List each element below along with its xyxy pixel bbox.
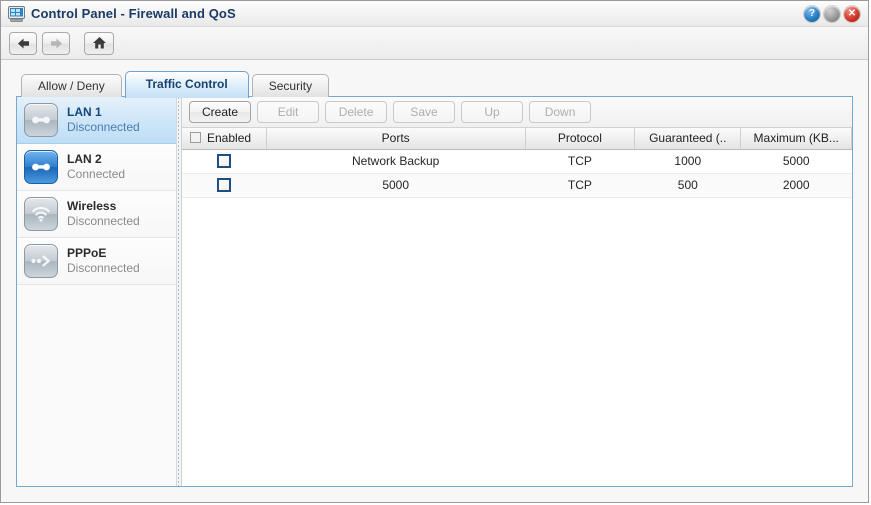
forward-button[interactable] bbox=[42, 31, 70, 55]
back-arrow-icon bbox=[16, 37, 31, 50]
column-header-maximum[interactable]: Maximum (KB... bbox=[740, 128, 852, 150]
cell-maximum: 5000 bbox=[740, 149, 852, 174]
cell-protocol: TCP bbox=[525, 149, 635, 174]
tab-traffic-control[interactable]: Traffic Control bbox=[124, 71, 249, 98]
up-button[interactable]: Up bbox=[461, 101, 524, 123]
select-all-checkbox[interactable] bbox=[190, 132, 201, 144]
sidebar-item-wireless[interactable]: Wireless Disconnected bbox=[17, 191, 176, 238]
lan-icon bbox=[24, 150, 58, 184]
sidebar-item-lan-1[interactable]: LAN 1 Disconnected bbox=[17, 97, 176, 144]
save-button[interactable]: Save bbox=[393, 101, 456, 123]
window-controls: ? ✕ bbox=[804, 6, 860, 22]
lan-icon bbox=[24, 103, 58, 137]
pppoe-icon bbox=[24, 244, 58, 278]
interface-name: PPPoE bbox=[67, 246, 107, 260]
close-icon: ✕ bbox=[847, 8, 857, 19]
interface-status: Disconnected bbox=[67, 120, 140, 134]
column-header-protocol[interactable]: Protocol bbox=[525, 128, 636, 150]
window-title: Control Panel - Firewall and QoS bbox=[31, 6, 236, 21]
help-icon: ? bbox=[808, 8, 816, 19]
interface-text: LAN 2 Connected bbox=[67, 152, 125, 182]
home-icon bbox=[92, 36, 107, 50]
interface-list: LAN 1 Disconnected LAN 2 Connected Wirel… bbox=[17, 97, 177, 486]
forward-arrow-icon bbox=[49, 37, 64, 50]
cell-ports: 5000 bbox=[266, 173, 526, 198]
rules-toolbar: Create Edit Delete Save Up Down bbox=[182, 97, 852, 128]
create-button[interactable]: Create bbox=[189, 101, 252, 123]
close-button[interactable]: ✕ bbox=[844, 6, 860, 22]
rules-grid: Enabled Ports Protocol Guaranteed (.. Ma… bbox=[182, 128, 852, 486]
tab-allow-deny[interactable]: Allow / Deny bbox=[21, 74, 122, 97]
window-body: Allow / Deny Traffic Control Security LA… bbox=[1, 60, 868, 502]
title-bar: Control Panel - Firewall and QoS ? ✕ bbox=[1, 1, 868, 27]
interface-status: Disconnected bbox=[67, 261, 140, 275]
interface-name: LAN 1 bbox=[67, 105, 102, 119]
minimize-icon bbox=[824, 6, 840, 22]
navigation-bar bbox=[1, 27, 868, 60]
cell-enabled[interactable] bbox=[182, 173, 267, 198]
cell-maximum: 2000 bbox=[740, 173, 852, 198]
cell-guaranteed: 1000 bbox=[634, 149, 741, 174]
help-button[interactable]: ? bbox=[804, 6, 820, 22]
interface-name: LAN 2 bbox=[67, 152, 102, 166]
grid-empty-area bbox=[182, 197, 852, 486]
edit-button[interactable]: Edit bbox=[257, 101, 320, 123]
home-button[interactable] bbox=[84, 31, 114, 55]
back-button[interactable] bbox=[9, 31, 37, 55]
minimize-button[interactable] bbox=[824, 6, 840, 22]
column-header-guaranteed[interactable]: Guaranteed (.. bbox=[634, 128, 742, 150]
panel-splitter[interactable] bbox=[177, 97, 182, 486]
delete-button[interactable]: Delete bbox=[325, 101, 388, 123]
column-header-enabled[interactable]: Enabled bbox=[182, 128, 267, 150]
traffic-control-panel: LAN 1 Disconnected LAN 2 Connected Wirel… bbox=[16, 96, 853, 487]
column-header-enabled-label: Enabled bbox=[207, 131, 252, 146]
sidebar-item-pppoe[interactable]: PPPoE Disconnected bbox=[17, 238, 176, 285]
column-header-ports[interactable]: Ports bbox=[266, 128, 526, 150]
row-enabled-checkbox[interactable] bbox=[217, 154, 232, 169]
tab-security[interactable]: Security bbox=[251, 74, 330, 97]
down-button[interactable]: Down bbox=[529, 101, 592, 123]
table-header-row: Enabled Ports Protocol Guaranteed (.. Ma… bbox=[182, 128, 852, 150]
cell-guaranteed: 500 bbox=[634, 173, 741, 198]
interface-text: LAN 1 Disconnected bbox=[67, 105, 140, 135]
interface-text: PPPoE Disconnected bbox=[67, 246, 140, 276]
control-panel-icon bbox=[8, 5, 25, 22]
interface-text: Wireless Disconnected bbox=[67, 199, 140, 229]
control-panel-window: Control Panel - Firewall and QoS ? ✕ All… bbox=[0, 0, 869, 503]
cell-protocol: TCP bbox=[525, 173, 635, 198]
sidebar-item-lan-2[interactable]: LAN 2 Connected bbox=[17, 144, 176, 191]
interface-status: Disconnected bbox=[67, 214, 140, 228]
table-row[interactable]: Network Backup TCP 1000 5000 bbox=[182, 149, 852, 174]
row-enabled-checkbox[interactable] bbox=[217, 178, 232, 193]
tab-strip: Allow / Deny Traffic Control Security bbox=[21, 71, 853, 98]
interface-name: Wireless bbox=[67, 199, 117, 213]
rules-content: Create Edit Delete Save Up Down Enabled … bbox=[182, 97, 852, 486]
cell-ports: Network Backup bbox=[266, 149, 526, 174]
rules-table: Enabled Ports Protocol Guaranteed (.. Ma… bbox=[182, 128, 852, 198]
interface-status: Connected bbox=[67, 167, 126, 181]
wifi-icon bbox=[24, 197, 58, 231]
table-row[interactable]: 5000 TCP 500 2000 bbox=[182, 173, 852, 198]
cell-enabled[interactable] bbox=[182, 149, 267, 174]
